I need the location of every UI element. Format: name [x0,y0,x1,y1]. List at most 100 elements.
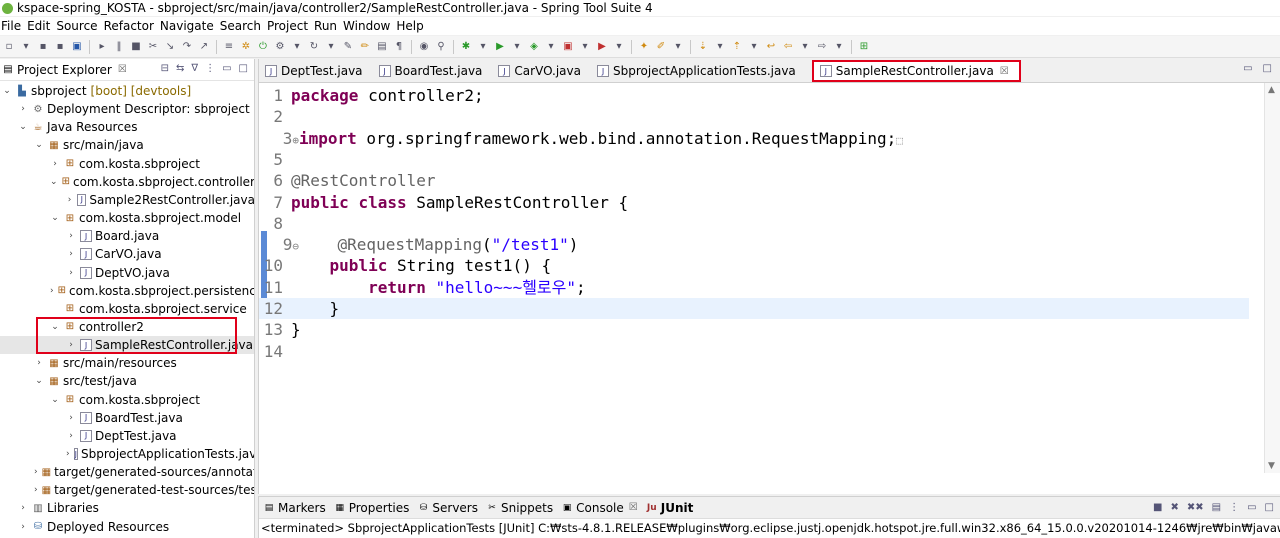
tab-servers[interactable]: ⛁ Servers [413,501,482,515]
maximize-icon[interactable]: □ [239,63,248,74]
tree-item[interactable]: ›▦target/generated-sources/annotations [0,463,254,481]
tree-item[interactable]: › J Sample2RestController.java [0,191,254,209]
dropdown-icon[interactable]: ▾ [324,40,338,53]
search-tool-icon[interactable]: ⚲ [434,40,448,53]
collapsed-icon[interactable]: › [50,286,54,296]
new-icon[interactable]: ▫ [2,40,16,53]
collapsed-icon[interactable]: › [66,268,76,278]
tree-item[interactable]: › J CarVO.java [0,245,254,263]
step-over-icon[interactable]: ↷ [180,40,194,53]
tree-item[interactable]: ⌄ ⊞ com.kosta.sbproject [0,391,254,409]
maximize-icon[interactable]: □ [1263,63,1272,74]
collapsed-icon[interactable]: › [50,159,60,169]
open-perspective-icon[interactable]: ⊞ [857,40,871,53]
save-icon[interactable]: ▪ [36,40,50,53]
close-icon[interactable]: ☒ [118,64,127,75]
run-icon[interactable]: ▶ [493,40,507,53]
annotation-icon[interactable]: ✐ [654,40,668,53]
tree-item[interactable]: ⌄ ☕ Java Resources [0,118,254,136]
expanded-icon[interactable]: ⌄ [34,140,44,150]
disconnect-icon[interactable]: ✂ [146,40,160,53]
collapse-all-icon[interactable]: ⊟ [161,63,169,74]
remove-all-icon[interactable]: ✖✖ [1187,502,1204,513]
open-type-icon[interactable]: ▶ [595,40,609,53]
step-return-icon[interactable]: ↗ [197,40,211,53]
collapsed-icon[interactable]: › [34,358,44,368]
collapsed-icon[interactable]: › [18,104,28,114]
forward-icon[interactable]: ⇨ [815,40,829,53]
folded-import-icon[interactable]: ⬚ [896,134,903,147]
collapsed-icon[interactable]: › [18,522,28,532]
tree-item[interactable]: › ⚙ Deployment Descriptor: sbproject [0,100,254,118]
refresh-icon[interactable]: ↻ [307,40,321,53]
debug-icon[interactable]: ✱ [459,40,473,53]
terminate-icon[interactable]: ■ [129,40,143,53]
expanded-icon[interactable]: ⌄ [18,122,28,132]
terminate-icon[interactable]: ■ [1153,502,1162,513]
dropdown-icon[interactable]: ▾ [612,40,626,53]
menu-search[interactable]: Search [220,19,266,33]
menu-help[interactable]: Help [396,19,428,33]
minimize-icon[interactable]: ▭ [222,63,231,74]
code-line[interactable]: 3⊕import org.springframework.web.bind.an… [259,128,1249,149]
close-icon[interactable]: ☒ [629,502,638,513]
view-menu-icon[interactable]: ⋮ [205,63,215,74]
menu-file[interactable]: File [1,19,26,33]
tree-item[interactable]: › ▥ Libraries [0,499,254,517]
collapsed-icon[interactable]: › [66,249,76,259]
collapsed-icon[interactable]: › [66,231,76,241]
block-selection-icon[interactable]: ▤ [375,40,389,53]
code-line[interactable]: 8 [259,213,1249,234]
tree-item[interactable]: ⌄ ⊞ com.kosta.sbproject.model [0,209,254,227]
menu-run[interactable]: Run [314,19,342,33]
console-view-icon[interactable]: ▣ [70,40,84,53]
list-icon[interactable]: ≡ [222,40,236,53]
menu-window[interactable]: Window [343,19,395,33]
scroll-down-icon[interactable]: ▼ [1268,461,1275,471]
tree-item[interactable]: › J Board.java [0,227,254,245]
tab-console[interactable]: ▣ Console ☒ [557,501,642,515]
globe-icon[interactable]: ◉ [417,40,431,53]
tab-junit[interactable]: Ju JUnit [642,501,698,515]
code-line[interactable]: 12 } [259,298,1249,319]
tab-properties[interactable]: ▦ Properties [330,501,414,515]
code-line[interactable]: 11 return "hello~~~헬로우"; [259,277,1249,298]
tree-item[interactable]: › ⊞ com.kosta.sbproject [0,155,254,173]
collapsed-icon[interactable]: › [34,485,38,495]
collapsed-icon[interactable]: › [66,195,73,205]
collapsed-icon[interactable]: › [66,431,76,441]
open-task-icon[interactable]: ✦ [637,40,651,53]
tree-item[interactable]: › J BoardTest.java [0,409,254,427]
dropdown-icon[interactable]: ▾ [671,40,685,53]
expanded-icon[interactable]: ⌄ [50,177,58,187]
external-tools-icon[interactable]: ▣ [561,40,575,53]
code-line[interactable]: 10 public String test1() { [259,255,1249,276]
tab-snippets[interactable]: ✂ Snippets [482,501,557,515]
show-whitespace-icon[interactable]: ¶ [392,40,406,53]
tree-item[interactable]: ⌄ ▦ src/main/java [0,136,254,154]
tree-item[interactable]: ⌄ ▙ sbproject [boot] [devtools] [0,82,254,100]
save-all-icon[interactable]: ▪ [53,40,67,53]
code-line[interactable]: 13} [259,319,1249,340]
filter-icon[interactable]: ∇ [191,63,198,74]
close-icon[interactable]: ☒ [1000,66,1009,77]
tab-boardtest-java[interactable]: J BoardTest.java [373,60,493,82]
code-line[interactable]: 1 package controller2; [259,85,1249,106]
dropdown-icon[interactable]: ▾ [578,40,592,53]
pin-icon[interactable]: ✎ [341,40,355,53]
dropdown-icon[interactable]: ▾ [476,40,490,53]
tree-item[interactable]: ›▦target/generated-test-sources/test-ann… [0,481,254,499]
dropdown-icon[interactable]: ▾ [713,40,727,53]
tab-carvo-java[interactable]: J CarVO.java [492,60,591,82]
tree-item[interactable]: › ⊞ com.kosta.sbproject.persistence [0,282,254,300]
tab-depttest-java[interactable]: J DeptTest.java [259,60,373,82]
tab-sbprojectapplicationtests-java[interactable]: J SbprojectApplicationTests.java [591,60,806,82]
code-line[interactable]: 2 [259,106,1249,127]
dropdown-icon[interactable]: ▾ [19,40,33,53]
expanded-icon[interactable]: ⌄ [50,213,60,223]
maximize-icon[interactable]: □ [1265,502,1274,513]
boot-dashboard-icon[interactable]: ⏻ [256,40,270,53]
menu-refactor[interactable]: Refactor [104,19,159,33]
tree-item[interactable]: › J DeptTest.java [0,427,254,445]
editor-scrollbar[interactable]: ▲ ▼ [1264,83,1280,473]
